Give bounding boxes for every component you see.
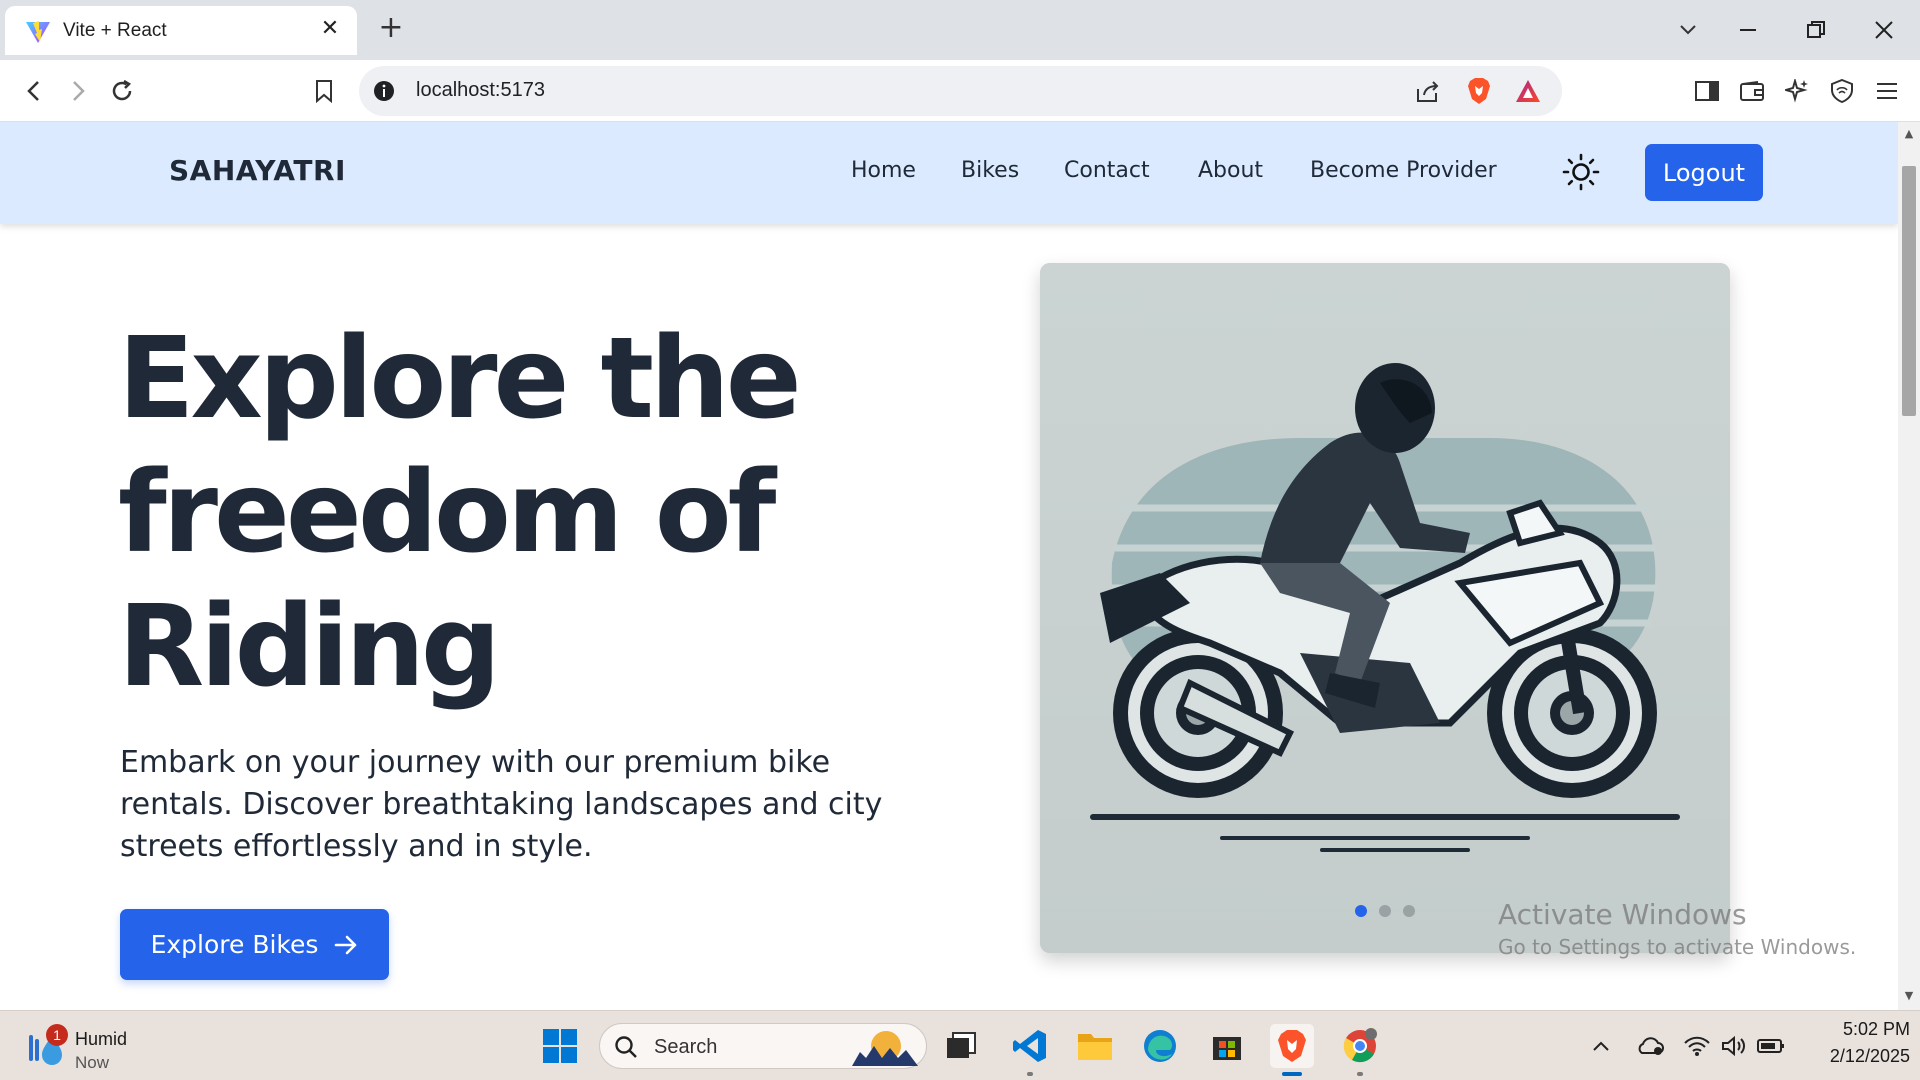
ms-store-icon[interactable]: [1205, 1024, 1249, 1068]
hero-carousel[interactable]: [1040, 263, 1730, 953]
carousel-dot-3[interactable]: [1403, 905, 1415, 917]
onedrive-icon[interactable]: [1636, 1032, 1664, 1060]
search-placeholder: Search: [654, 1036, 718, 1058]
carousel-dot-1[interactable]: [1355, 905, 1367, 917]
motorcycle-rider-illustration: [1040, 263, 1730, 953]
battery-icon[interactable]: [1757, 1032, 1785, 1060]
search-icon: [615, 1036, 637, 1058]
system-clock[interactable]: 5:02 PM 2/12/2025: [1800, 1019, 1910, 1067]
volume-icon[interactable]: [1720, 1032, 1748, 1060]
scroll-up-arrow-icon[interactable]: ▲: [1903, 128, 1915, 140]
wallet-icon[interactable]: [1734, 73, 1770, 109]
nav-link-contact[interactable]: Contact: [1064, 158, 1150, 183]
search-highlight-art-icon: [852, 1031, 918, 1066]
menu-icon[interactable]: [1869, 73, 1905, 109]
nav-link-home[interactable]: Home: [851, 158, 916, 183]
nav-link-bikes[interactable]: Bikes: [961, 158, 1019, 183]
weather-title: Humid: [75, 1029, 128, 1049]
clock-date: 2/12/2025: [1829, 1046, 1910, 1066]
watermark-subtitle: Go to Settings to activate Windows.: [1498, 935, 1857, 959]
vite-logo-icon: [26, 21, 50, 43]
page-viewport: SAHAYATRI Home Bikes Contact About Becom…: [0, 122, 1898, 1010]
minimize-icon[interactable]: [1730, 12, 1766, 48]
vscode-running-indicator: [1027, 1072, 1033, 1076]
explore-bikes-button[interactable]: Explore Bikes: [120, 909, 389, 980]
forward-icon[interactable]: [60, 73, 96, 109]
close-window-icon[interactable]: [1866, 12, 1902, 48]
browser-toolbar: localhost:5173: [0, 60, 1920, 122]
arrow-right-icon: [335, 935, 357, 954]
carousel-dot-2[interactable]: [1379, 905, 1391, 917]
activate-windows-watermark: Activate Windows Go to Settings to activ…: [1498, 898, 1856, 959]
weather-subtitle: Now: [75, 1053, 110, 1072]
brave-rewards-icon[interactable]: [1514, 77, 1542, 105]
scroll-down-arrow-icon[interactable]: ▼: [1903, 990, 1915, 1002]
clock-time: 5:02 PM: [1842, 1019, 1910, 1039]
file-explorer-icon[interactable]: [1073, 1024, 1117, 1068]
sidebar-toggle-icon[interactable]: [1689, 73, 1725, 109]
nav-link-become-provider[interactable]: Become Provider: [1310, 158, 1497, 183]
browser-tab-active[interactable]: Vite + React ✕: [5, 6, 357, 55]
tray-overflow-chevron-icon[interactable]: [1587, 1032, 1615, 1060]
scrollbar-thumb[interactable]: [1902, 166, 1916, 416]
logout-button[interactable]: Logout: [1645, 144, 1763, 201]
watermark-title: Activate Windows: [1498, 898, 1747, 931]
share-icon[interactable]: [1414, 77, 1442, 105]
site-navbar: SAHAYATRI Home Bikes Contact About Becom…: [0, 122, 1898, 224]
hero-title-line-3: Riding: [118, 582, 501, 712]
hero-title-line-2: freedom of: [118, 448, 776, 578]
edge-icon[interactable]: [1138, 1024, 1182, 1068]
brave-shields-icon[interactable]: [1465, 77, 1493, 105]
restore-icon[interactable]: [1798, 12, 1834, 48]
chrome-running-indicator: [1357, 1072, 1363, 1076]
back-icon[interactable]: [16, 73, 52, 109]
weather-notification-badge: 1: [46, 1024, 68, 1046]
windows-start-icon[interactable]: [538, 1024, 582, 1068]
address-bar[interactable]: localhost:5173: [359, 66, 1562, 116]
browser-tabstrip: Vite + React ✕ +: [0, 0, 1920, 60]
brave-browser-taskbar-icon[interactable]: [1270, 1024, 1314, 1076]
wifi-icon[interactable]: [1683, 1032, 1711, 1060]
brand-logo[interactable]: SAHAYATRI: [169, 154, 346, 187]
explore-bikes-label: Explore Bikes: [150, 930, 319, 959]
taskbar-search[interactable]: Search: [599, 1023, 927, 1069]
hero-description: Embark on your journey with our premium …: [120, 745, 883, 864]
vscode-icon[interactable]: [1008, 1024, 1052, 1076]
tab-search-chevron-icon[interactable]: [1670, 12, 1706, 48]
url-text: localhost:5173: [416, 79, 545, 101]
brave-active-indicator: [1282, 1072, 1302, 1076]
vpn-shield-icon[interactable]: [1824, 73, 1860, 109]
bookmark-icon[interactable]: [306, 73, 342, 109]
chrome-icon[interactable]: [1338, 1024, 1382, 1076]
task-view-icon[interactable]: [939, 1024, 983, 1068]
leo-ai-icon[interactable]: [1779, 73, 1815, 109]
tab-title: Vite + React: [63, 20, 167, 41]
nav-link-about[interactable]: About: [1198, 158, 1263, 183]
page-scrollbar[interactable]: ▲ ▼: [1898, 122, 1920, 1010]
hero-title: Explore the freedom of Riding: [118, 312, 878, 714]
reload-icon[interactable]: [104, 73, 140, 109]
sun-icon[interactable]: [1562, 153, 1600, 191]
windows-taskbar: 1 Humid Now Search 5:02 PM 2/12/2025: [0, 1010, 1920, 1080]
weather-widget[interactable]: 1 Humid Now: [26, 1021, 166, 1072]
new-tab-icon[interactable]: +: [376, 13, 406, 44]
site-info-icon[interactable]: [372, 79, 396, 103]
hero-title-line-1: Explore the: [118, 314, 802, 444]
tab-close-icon[interactable]: ✕: [317, 16, 343, 42]
